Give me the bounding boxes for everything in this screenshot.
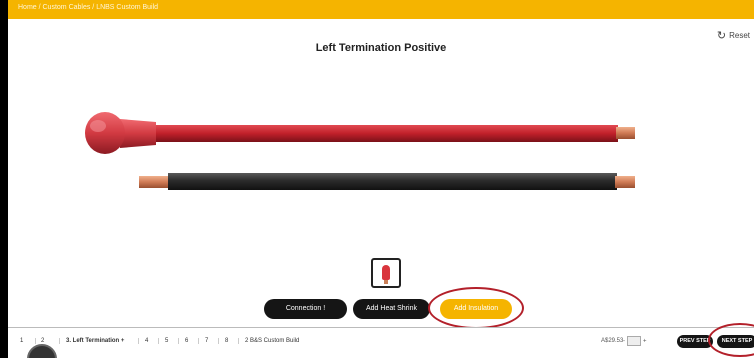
step-3-active[interactable]: 3. Left Termination + xyxy=(59,338,124,344)
red-boot-sleeve xyxy=(120,119,156,148)
red-cable-copper-end xyxy=(616,127,635,139)
black-cable-copper-right xyxy=(615,176,635,188)
step-7[interactable]: 7 xyxy=(198,338,208,344)
quantity-stepper[interactable]: - + xyxy=(623,336,647,346)
boot-highlight xyxy=(90,120,106,132)
quantity-plus-button[interactable]: + xyxy=(643,339,647,345)
lug-boot-icon xyxy=(382,265,390,284)
black-cable-copper-left xyxy=(139,176,169,188)
step-5[interactable]: 5 xyxy=(158,338,168,344)
quantity-input[interactable] xyxy=(627,336,641,346)
step-8[interactable]: 8 xyxy=(218,338,228,344)
red-lug-boot xyxy=(85,112,125,154)
connection-button[interactable]: Connection ! xyxy=(264,299,347,319)
step-4[interactable]: 4 xyxy=(138,338,148,344)
red-cable-jacket xyxy=(148,125,618,142)
step-bar: 1 2 3. Left Termination + 4 5 6 7 8 2 B&… xyxy=(8,327,754,358)
black-cable xyxy=(139,173,635,190)
selected-part-thumbnail[interactable] xyxy=(371,258,401,288)
price-label: A$29.53 xyxy=(601,338,624,344)
build-name: 2 B&S Custom Build xyxy=(238,338,299,344)
red-cable xyxy=(85,112,635,154)
black-cable-jacket xyxy=(168,173,617,190)
step-6[interactable]: 6 xyxy=(178,338,188,344)
quantity-minus-button[interactable]: - xyxy=(623,339,625,345)
step-1[interactable]: 1 xyxy=(20,338,23,344)
configurator-window: Home / Custom Cables / LNBS Custom Build… xyxy=(8,0,754,358)
add-heat-shrink-button[interactable]: Add Heat Shrink xyxy=(353,299,430,319)
highlight-circle-insulation xyxy=(428,287,524,329)
